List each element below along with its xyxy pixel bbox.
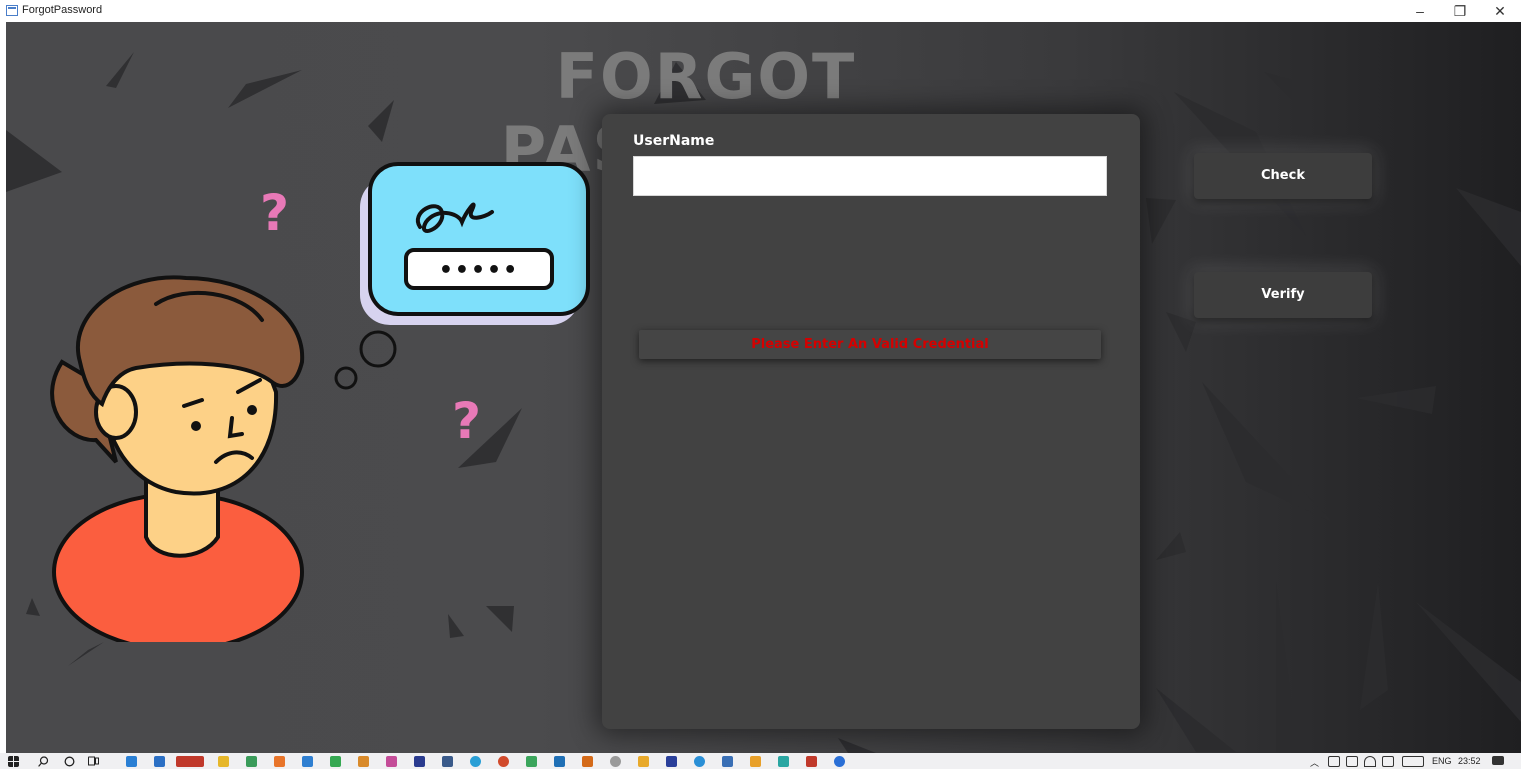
app-green-icon[interactable] <box>330 756 341 767</box>
password-dots: ••••• <box>439 258 519 283</box>
keyboard-icon[interactable] <box>1402 756 1424 767</box>
mail-icon[interactable] <box>154 756 165 767</box>
notifications-icon[interactable] <box>1492 756 1504 765</box>
wifi-icon[interactable] <box>1364 756 1376 767</box>
tray-meet-icon[interactable] <box>1328 756 1340 767</box>
cortana-icon[interactable] <box>64 756 75 767</box>
error-message: Please Enter An Valid Credential <box>639 330 1101 359</box>
active-app-icon[interactable] <box>176 756 204 767</box>
window-title: ForgotPassword <box>22 4 103 16</box>
file-explorer-icon[interactable] <box>218 756 229 767</box>
app-doc-icon[interactable] <box>722 756 733 767</box>
app-yellow-icon[interactable] <box>750 756 761 767</box>
volume-icon[interactable] <box>1382 756 1394 767</box>
verify-button[interactable]: Verify <box>1194 272 1372 318</box>
edge-icon[interactable] <box>126 756 137 767</box>
app-canvas: FORGOT PASSWORD ? ? ••••• <box>6 22 1521 753</box>
app-teal-icon[interactable] <box>778 756 789 767</box>
windows-start-icon[interactable] <box>8 756 19 767</box>
forgot-password-panel: UserName Please Enter An Valid Credentia… <box>602 114 1140 729</box>
app-gray-icon[interactable] <box>610 756 621 767</box>
illustration: ? ? ••••• <box>50 162 590 642</box>
app-chat-icon[interactable] <box>834 756 845 767</box>
restore-button[interactable]: ❐ <box>1440 0 1480 22</box>
username-label: UserName <box>633 133 715 149</box>
app-blue-icon[interactable] <box>442 756 453 767</box>
app-orange-icon[interactable] <box>358 756 369 767</box>
battery-icon[interactable] <box>1346 756 1358 767</box>
thought-circle-icon <box>359 330 397 368</box>
search-icon[interactable] <box>38 756 49 767</box>
firefox-icon[interactable] <box>274 756 285 767</box>
app-infinity-icon[interactable] <box>638 756 649 767</box>
close-button[interactable]: ✕ <box>1480 0 1520 22</box>
minimize-button[interactable]: – <box>1400 0 1440 22</box>
taskbar: ︿ ENG 23:52 <box>0 753 1521 769</box>
android-studio-icon[interactable] <box>526 756 537 767</box>
app-pink-icon[interactable] <box>386 756 397 767</box>
question-mark-icon: ? <box>452 392 481 450</box>
chrome-icon[interactable] <box>470 756 481 767</box>
username-input[interactable] <box>633 156 1107 196</box>
task-view-icon[interactable] <box>88 756 99 767</box>
tray-chevron-icon[interactable]: ︿ <box>1310 756 1319 769</box>
question-mark-icon: ? <box>260 184 289 242</box>
language-indicator[interactable]: ENG <box>1432 756 1452 766</box>
app-navy-icon[interactable] <box>554 756 565 767</box>
confused-person-icon <box>50 275 305 642</box>
vscode-icon[interactable] <box>302 756 313 767</box>
photoshop-icon[interactable] <box>414 756 425 767</box>
thought-circle-icon <box>334 366 358 390</box>
check-button[interactable]: Check <box>1194 153 1372 199</box>
access-icon[interactable] <box>806 756 817 767</box>
pycharm-icon[interactable] <box>246 756 257 767</box>
app-icon <box>6 5 18 16</box>
app-red-icon[interactable] <box>498 756 509 767</box>
password-card-icon: ••••• <box>360 162 590 325</box>
window-titlebar: ForgotPassword – ❐ ✕ <box>0 0 1521 22</box>
after-effects-icon[interactable] <box>666 756 677 767</box>
clock[interactable]: 23:52 <box>1458 756 1481 766</box>
illustrator-icon[interactable] <box>582 756 593 767</box>
app-circle-icon[interactable] <box>694 756 705 767</box>
